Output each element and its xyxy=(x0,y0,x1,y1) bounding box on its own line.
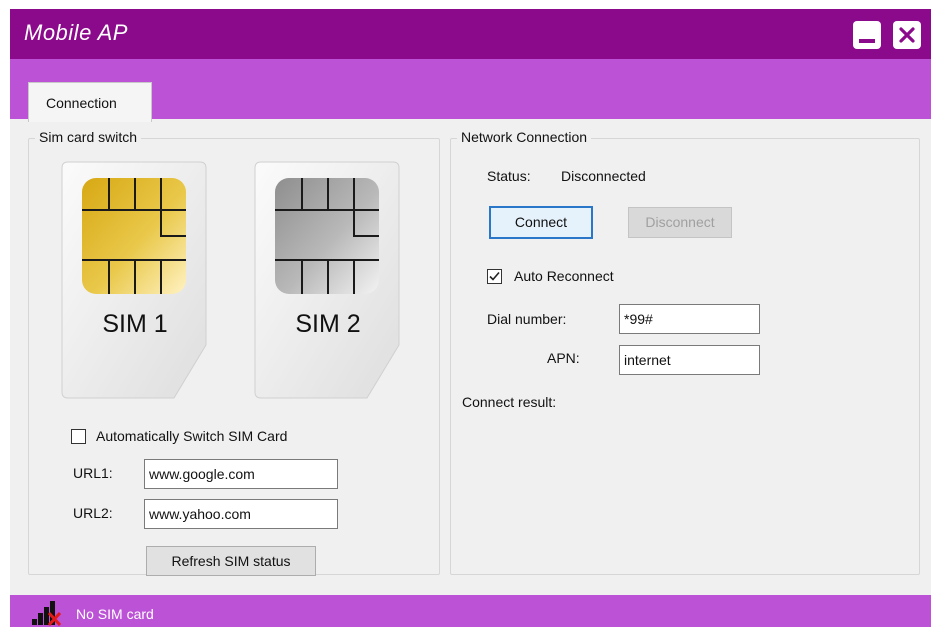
title-bar[interactable]: Mobile AP xyxy=(10,9,931,59)
url2-label: URL2: xyxy=(73,505,113,521)
apn-input[interactable]: internet xyxy=(619,345,760,375)
close-icon xyxy=(899,27,915,43)
auto-switch-checkbox[interactable] xyxy=(71,429,86,444)
network-connection-group-title: Network Connection xyxy=(457,129,592,145)
no-signal-icon xyxy=(32,601,62,627)
disconnect-button[interactable]: Disconnect xyxy=(628,207,732,238)
window-title: Mobile AP xyxy=(24,20,128,45)
sim1-label: SIM 1 xyxy=(102,310,168,338)
url2-input[interactable]: www.yahoo.com xyxy=(144,499,338,529)
sim2-card[interactable]: SIM 2 xyxy=(253,160,403,405)
url1-label: URL1: xyxy=(73,465,113,481)
connect-button[interactable]: Connect xyxy=(489,206,593,239)
minimize-button[interactable] xyxy=(853,21,881,49)
url1-input[interactable]: www.google.com xyxy=(144,459,338,489)
network-connection-group: Network Connection Status: Disconnected … xyxy=(450,129,920,575)
sim2-label: SIM 2 xyxy=(295,310,361,338)
apn-label: APN: xyxy=(547,350,580,366)
sim1-card-icon xyxy=(61,161,207,399)
tab-connection-label: Connection xyxy=(46,95,117,111)
refresh-sim-status-button[interactable]: Refresh SIM status xyxy=(146,546,316,576)
dial-number-label: Dial number: xyxy=(487,311,567,327)
sim2-card-icon xyxy=(254,161,400,399)
auto-reconnect-label: Auto Reconnect xyxy=(514,268,614,284)
close-button[interactable] xyxy=(893,21,921,49)
checkmark-icon xyxy=(489,271,500,281)
sim-switch-group: Sim card switch SIM 1 SIM 2 Automaticall… xyxy=(28,129,440,576)
connect-result-label: Connect result: xyxy=(462,394,557,410)
sim1-card[interactable]: SIM 1 xyxy=(60,160,210,405)
status-label: Status: xyxy=(487,168,531,184)
status-bar: No SIM card xyxy=(10,595,931,627)
tab-connection[interactable]: Connection xyxy=(28,82,152,122)
minimize-icon xyxy=(859,39,875,43)
status-bar-text: No SIM card xyxy=(76,606,154,622)
auto-switch-label: Automatically Switch SIM Card xyxy=(96,428,288,444)
app-window: Mobile AP Connection Sim card switch SIM… xyxy=(10,9,931,627)
status-value: Disconnected xyxy=(561,168,646,184)
sim-switch-group-title: Sim card switch xyxy=(35,129,142,145)
dial-number-input[interactable]: *99# xyxy=(619,304,760,334)
auto-reconnect-checkbox[interactable] xyxy=(487,269,502,284)
